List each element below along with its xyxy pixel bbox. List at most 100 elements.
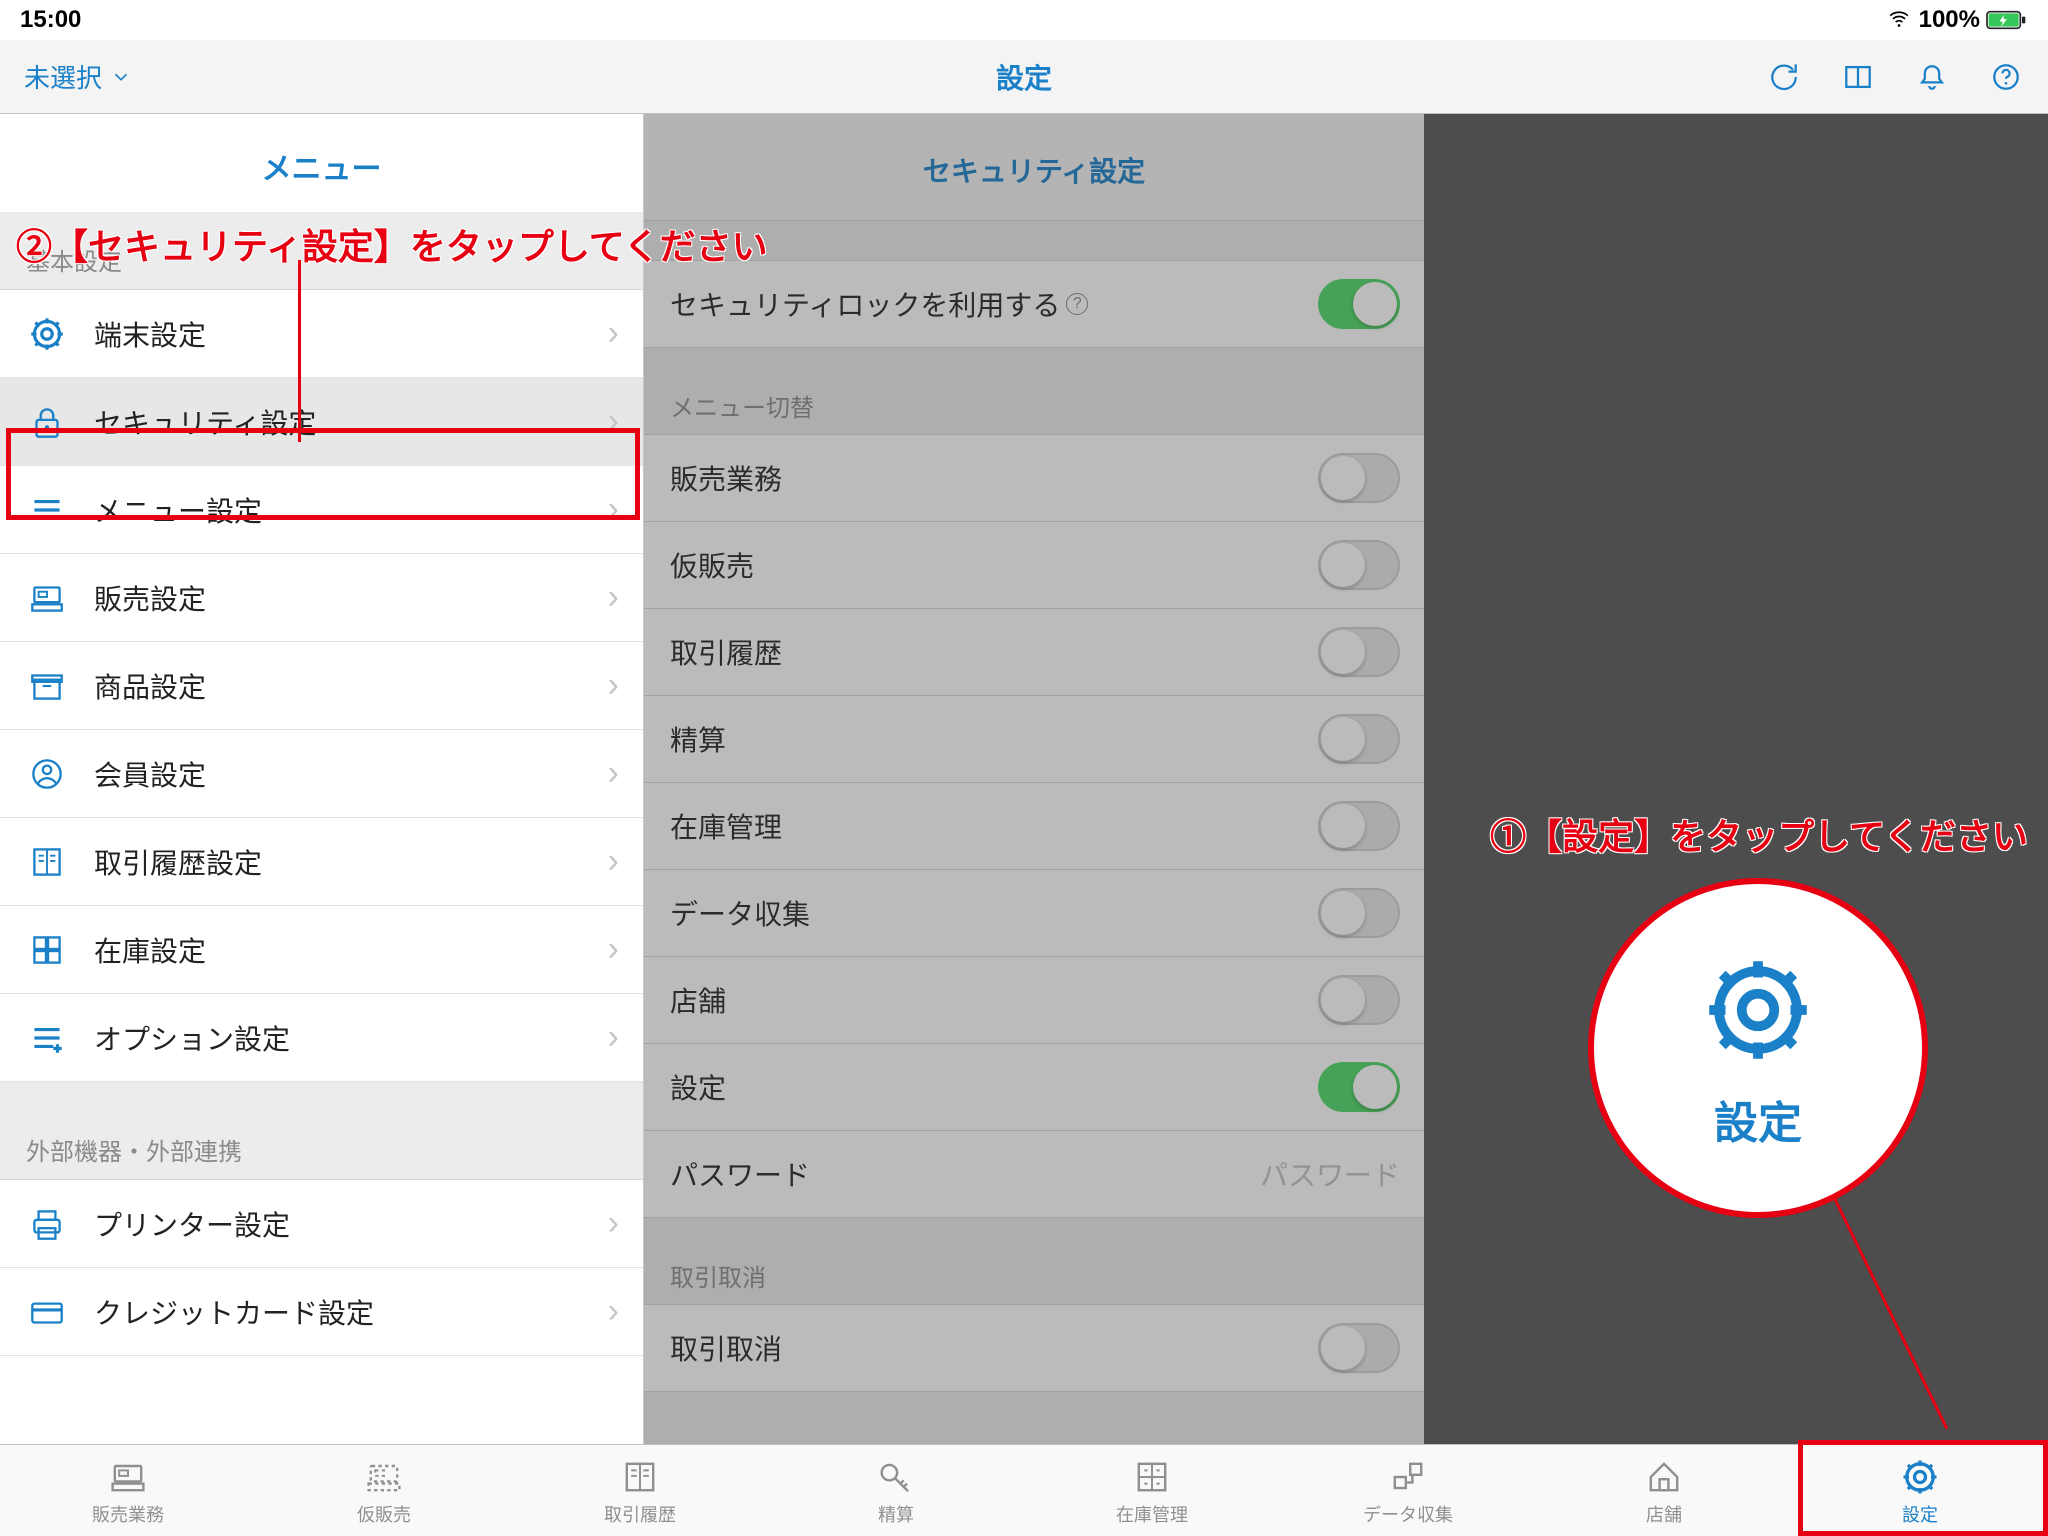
toggle-在庫管理[interactable] (1318, 801, 1400, 851)
tab-販売業務[interactable]: 販売業務 (0, 1445, 256, 1536)
row-精算: 精算 (644, 695, 1424, 783)
annotation-1-bubble: 設定 (1588, 878, 1928, 1218)
chevron-right-icon: › (608, 754, 619, 793)
chevron-right-icon: › (608, 666, 619, 705)
header-left-label: 未選択 (24, 58, 102, 95)
toggle-security-lock[interactable] (1318, 279, 1400, 329)
row-label: 設定 (670, 1067, 1318, 1107)
sidebar-item-label: 販売設定 (94, 578, 608, 618)
row-password[interactable]: パスワード パスワード (644, 1130, 1424, 1218)
row-仮販売: 仮販売 (644, 521, 1424, 609)
printer-icon (26, 1203, 68, 1245)
toggle-仮販売[interactable] (1318, 540, 1400, 590)
help-icon[interactable] (1988, 59, 2024, 95)
register-icon (26, 577, 68, 619)
row-設定: 設定 (644, 1043, 1424, 1131)
row-データ収集: データ収集 (644, 869, 1424, 957)
sidebar-item-card[interactable]: クレジットカード設定 › (0, 1268, 643, 1356)
sidebar-item-label: 取引履歴設定 (94, 842, 608, 882)
sidebar-item-book[interactable]: 取引履歴設定 › (0, 818, 643, 906)
sidebar-item-label: 在庫設定 (94, 930, 608, 970)
toggle-設定[interactable] (1318, 1062, 1400, 1112)
settings-sidebar: メニュー 基本設定 端末設定 › セキュリティ設定 › メニュー設定 › 販売設… (0, 114, 644, 1444)
tab-icon (618, 1455, 662, 1499)
box-icon (26, 665, 68, 707)
tab-店舗[interactable]: 店舗 (1536, 1445, 1792, 1536)
sidebar-item-grid[interactable]: 在庫設定 › (0, 906, 643, 994)
tab-label: 仮販売 (357, 1501, 411, 1527)
battery-percent: 100% (1919, 6, 1980, 34)
sidebar-item-menu[interactable]: メニュー設定 › (0, 466, 643, 554)
help-icon-inline[interactable]: ? (1066, 293, 1088, 315)
detail-title: セキュリティ設定 (644, 114, 1424, 221)
tab-label: 設定 (1902, 1501, 1938, 1527)
header-left-select[interactable]: 未選択 (24, 58, 132, 95)
sidebar-item-lines[interactable]: オプション設定 › (0, 994, 643, 1082)
tab-仮販売[interactable]: 仮販売 (256, 1445, 512, 1536)
toggle-cancel-tx[interactable] (1318, 1323, 1400, 1373)
tab-label: 在庫管理 (1116, 1501, 1188, 1527)
sidebar-item-box[interactable]: 商品設定 › (0, 642, 643, 730)
refresh-icon[interactable] (1766, 59, 1802, 95)
sidebar-item-label: プリンター設定 (94, 1204, 608, 1244)
tab-取引履歴[interactable]: 取引履歴 (512, 1445, 768, 1536)
tab-icon (1386, 1455, 1430, 1499)
row-label: 取引履歴 (670, 632, 1318, 672)
toggle-取引履歴[interactable] (1318, 627, 1400, 677)
gear-icon-large (1693, 945, 1823, 1075)
annotation-2: ②【セキュリティ設定】をタップしてください (16, 218, 768, 270)
tab-label: データ収集 (1363, 1501, 1453, 1527)
tab-データ収集[interactable]: データ収集 (1280, 1445, 1536, 1536)
annotation-1: ①【設定】をタップしてください (1490, 808, 2028, 860)
sidebar-item-lock[interactable]: セキュリティ設定 › (0, 378, 643, 466)
row-label: 在庫管理 (670, 806, 1318, 846)
sidebar-item-label: メニュー設定 (94, 490, 608, 530)
tab-icon (106, 1455, 150, 1499)
row-security-lock-label: セキュリティロックを利用する (670, 284, 1060, 324)
sidebar-item-printer[interactable]: プリンター設定 › (0, 1180, 643, 1268)
tab-icon (1642, 1455, 1686, 1499)
tab-精算[interactable]: 精算 (768, 1445, 1024, 1536)
chevron-right-icon: › (608, 490, 619, 529)
sidebar-item-label: 会員設定 (94, 754, 608, 794)
detail-section-cancel: 取引取消 (644, 1218, 1424, 1305)
chevron-right-icon: › (608, 1292, 619, 1331)
lock-icon (26, 401, 68, 443)
toggle-データ収集[interactable] (1318, 888, 1400, 938)
row-label: 仮販売 (670, 545, 1318, 585)
annotation-1-bubble-label: 設定 (1714, 1087, 1802, 1151)
sidebar-item-register[interactable]: 販売設定 › (0, 554, 643, 642)
row-label: 精算 (670, 719, 1318, 759)
detail-section-menu: メニュー切替 (644, 348, 1424, 435)
chevron-right-icon: › (608, 402, 619, 441)
sidebar-item-user[interactable]: 会員設定 › (0, 730, 643, 818)
tab-在庫管理[interactable]: 在庫管理 (1024, 1445, 1280, 1536)
book-icon (26, 841, 68, 883)
sidebar-item-label: 商品設定 (94, 666, 608, 706)
page-title: 設定 (996, 57, 1052, 97)
status-time: 15:00 (20, 6, 81, 34)
toggle-販売業務[interactable] (1318, 453, 1400, 503)
app-header: 未選択 設定 (0, 40, 2048, 114)
tab-label: 販売業務 (92, 1501, 164, 1527)
row-販売業務: 販売業務 (644, 434, 1424, 522)
chevron-right-icon: › (608, 1018, 619, 1057)
bell-icon[interactable] (1914, 59, 1950, 95)
row-security-lock: セキュリティロックを利用する ? (644, 260, 1424, 348)
row-取引履歴: 取引履歴 (644, 608, 1424, 696)
chevron-down-icon (110, 66, 132, 88)
wifi-icon (1885, 9, 1913, 31)
user-icon (26, 753, 68, 795)
tab-icon (1898, 1455, 1942, 1499)
tab-設定[interactable]: 設定 (1792, 1445, 2048, 1536)
row-cancel-tx: 取引取消 (644, 1304, 1424, 1392)
grid-icon (26, 929, 68, 971)
row-label: データ収集 (670, 893, 1318, 933)
toggle-精算[interactable] (1318, 714, 1400, 764)
panels-icon[interactable] (1840, 59, 1876, 95)
status-bar: 15:00 100% (0, 0, 2048, 40)
toggle-店舗[interactable] (1318, 975, 1400, 1025)
sidebar-item-gear[interactable]: 端末設定 › (0, 290, 643, 378)
chevron-right-icon: › (608, 842, 619, 881)
sidebar-title: メニュー (0, 114, 643, 212)
